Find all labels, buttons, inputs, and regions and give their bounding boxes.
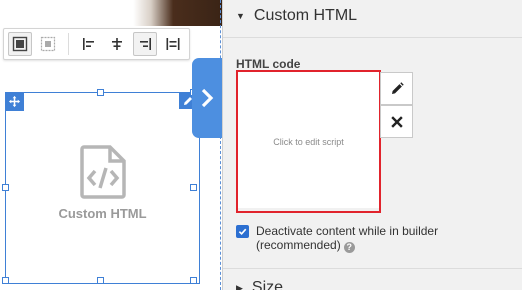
canvas-guide-line — [220, 0, 221, 290]
chevron-right-icon — [201, 88, 214, 108]
builder-canvas: Custom HTML — [0, 0, 222, 290]
section-title: Custom HTML — [253, 7, 358, 24]
toolbar-separator — [68, 33, 69, 55]
section-header-custom-html[interactable]: ▼ Custom HTML — [236, 7, 357, 25]
resize-handle-top[interactable] — [97, 89, 104, 96]
help-icon[interactable]: ? — [343, 241, 355, 253]
custom-html-block[interactable]: Custom HTML — [2, 89, 200, 284]
check-icon — [238, 228, 247, 236]
divider — [222, 37, 522, 38]
settings-panel: ▼ Custom HTML HTML code Click to edit sc… — [222, 0, 522, 290]
section-header-size[interactable]: ▶ Size — [236, 279, 283, 290]
alignment-toolbar — [3, 28, 190, 60]
block-label: Custom HTML — [58, 206, 147, 221]
align-center-icon[interactable] — [105, 32, 129, 56]
section-title: Size — [251, 279, 284, 290]
divider — [222, 268, 522, 269]
background-image-strip — [0, 0, 222, 26]
align-right-icon[interactable] — [133, 32, 157, 56]
pencil-icon — [391, 81, 404, 94]
caret-down-icon: ▼ — [236, 11, 245, 21]
align-left-icon[interactable] — [77, 32, 101, 56]
boxed-width-icon[interactable] — [36, 32, 60, 56]
resize-handle-bottom-right[interactable] — [190, 277, 197, 284]
collapse-panel-tab[interactable] — [192, 58, 222, 138]
caret-right-icon: ▶ — [236, 282, 243, 290]
panel-border — [222, 0, 223, 290]
html-code-label: HTML code — [236, 57, 301, 71]
script-editor-box[interactable]: Click to edit script — [236, 70, 381, 213]
move-icon[interactable] — [5, 92, 24, 111]
edit-script-button[interactable] — [380, 72, 413, 105]
full-width-icon[interactable] — [8, 32, 32, 56]
close-icon — [390, 115, 403, 128]
code-file-icon — [80, 145, 126, 204]
script-placeholder: Click to edit script — [273, 136, 344, 147]
resize-handle-left[interactable] — [2, 184, 9, 191]
resize-handle-right[interactable] — [190, 184, 197, 191]
deactivate-checkbox[interactable] — [236, 225, 249, 238]
deactivate-content-option[interactable]: Deactivate content while in builder (rec… — [236, 224, 456, 253]
justify-icon[interactable] — [161, 32, 185, 56]
resize-handle-bottom[interactable] — [97, 277, 104, 284]
deactivate-label: Deactivate content while in builder (rec… — [256, 224, 456, 253]
resize-handle-bottom-left[interactable] — [2, 277, 9, 284]
clear-script-button[interactable] — [380, 105, 413, 138]
